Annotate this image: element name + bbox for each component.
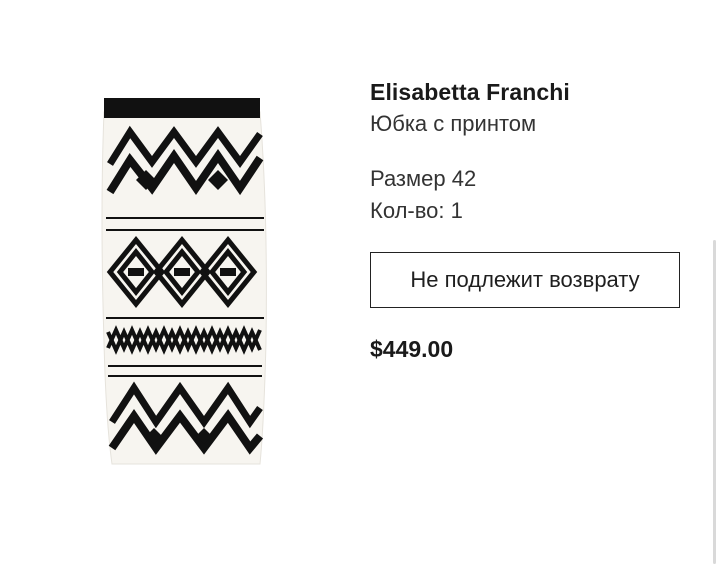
return-policy-box: Не подлежит возврату [370, 252, 680, 308]
return-policy-text: Не подлежит возврату [410, 267, 640, 292]
brand-name[interactable]: Elisabetta Franchi [370, 76, 690, 108]
product-name[interactable]: Юбка с принтом [370, 108, 690, 140]
quantity-label: Кол-во: 1 [370, 198, 463, 223]
product-image[interactable] [96, 92, 276, 472]
scrollbar[interactable] [713, 240, 716, 564]
size-label: Размер 42 [370, 166, 477, 191]
product-details: Elisabetta Franchi Юбка с принтом Размер… [370, 76, 690, 364]
price: $449.00 [370, 336, 454, 362]
